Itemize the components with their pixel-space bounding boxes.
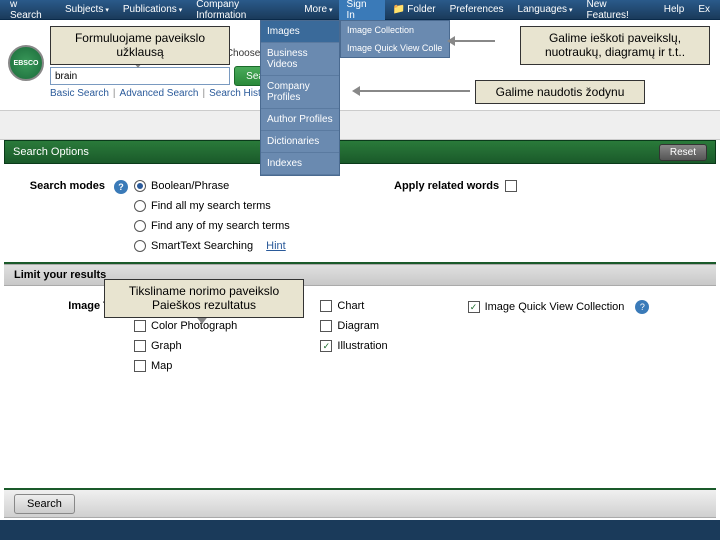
separator-bar	[0, 110, 720, 140]
submenu-image-collection[interactable]: Image Collection	[341, 21, 449, 39]
more-item-author-profiles[interactable]: Author Profiles	[261, 109, 339, 131]
modes-section: Search modes ? Boolean/Phrase Find all m…	[4, 166, 716, 264]
nav-subjects[interactable]: Subjects▾	[59, 4, 115, 15]
search-mode-links: Basic Search|Advanced Search|Search Hist…	[50, 88, 275, 99]
mode-label: Boolean/Phrase	[151, 180, 229, 192]
page-footer	[0, 520, 720, 540]
help-icon[interactable]: ?	[635, 300, 649, 314]
search-options-header: Search Options Reset	[4, 140, 716, 164]
more-item-business-videos[interactable]: Business Videos	[261, 43, 339, 76]
mode-label: SmartText Searching	[151, 240, 253, 252]
chevron-down-icon: ▾	[179, 6, 183, 14]
nav-languages[interactable]: Languages▾	[512, 4, 579, 15]
ebsco-logo: EBSCO	[8, 45, 46, 83]
search-button-bottom[interactable]: Search	[14, 494, 75, 514]
help-icon[interactable]: ?	[114, 180, 128, 194]
apply-related-checkbox[interactable]	[505, 180, 517, 192]
more-item-dictionaries[interactable]: Dictionaries	[261, 131, 339, 153]
apply-related-label: Apply related words	[394, 180, 499, 192]
top-navigation: w Search Subjects▾ Publications▾ Company…	[0, 0, 720, 20]
chk-illustration[interactable]	[320, 340, 332, 352]
chk-color-photo[interactable]	[134, 320, 146, 332]
nav-publications[interactable]: Publications▾	[117, 4, 188, 15]
chk-graph[interactable]	[134, 340, 146, 352]
type-label: Chart	[337, 300, 364, 312]
search-input[interactable]	[50, 67, 230, 85]
basic-search-link[interactable]: Basic Search	[50, 88, 109, 99]
nav-help[interactable]: Help	[658, 4, 691, 15]
reset-button[interactable]: Reset	[659, 144, 707, 161]
callout-dictionary: Galime naudotis žodynu	[475, 80, 645, 104]
nav-preferences[interactable]: Preferences	[444, 4, 510, 15]
radio-find-all[interactable]	[134, 200, 146, 212]
hint-link[interactable]: Hint	[266, 240, 286, 252]
submenu-image-quick-view[interactable]: Image Quick View Colle	[341, 39, 449, 57]
chk-iqv-collection[interactable]	[468, 301, 480, 313]
arrow-left-icon	[360, 90, 470, 92]
topnav-left: w Search Subjects▾ Publications▾ Company…	[4, 0, 339, 21]
chk-chart[interactable]	[320, 300, 332, 312]
advanced-search-link[interactable]: Advanced Search	[120, 88, 199, 99]
type-label: Diagram	[337, 320, 379, 332]
folder-icon: 📁	[393, 4, 405, 15]
bottom-bar: Search	[4, 488, 716, 518]
nav-folder[interactable]: 📁Folder	[387, 4, 442, 15]
type-label: Graph	[151, 340, 182, 352]
nav-new-features[interactable]: New Features!	[581, 0, 656, 21]
nav-company-info[interactable]: Company Information	[190, 0, 296, 21]
chk-diagram[interactable]	[320, 320, 332, 332]
images-submenu: Image Collection Image Quick View Colle	[340, 20, 450, 58]
mode-label: Find any of my search terms	[151, 220, 290, 232]
mode-label: Find all my search terms	[151, 200, 271, 212]
nav-new-search[interactable]: w Search	[4, 0, 57, 21]
chevron-down-icon: ▾	[569, 6, 573, 14]
type-label: Map	[151, 360, 172, 372]
chevron-down-icon: ▾	[329, 6, 333, 14]
search-modes-label: Search modes	[30, 180, 105, 192]
more-dropdown: Images Business Videos Company Profiles …	[260, 20, 340, 176]
search-options-title: Search Options	[13, 146, 89, 158]
more-item-indexes[interactable]: Indexes	[261, 153, 339, 175]
callout-refine: Tiksliname norimo paveiksloPaieškos rezu…	[104, 279, 304, 318]
more-item-images[interactable]: Images	[261, 21, 339, 43]
chevron-down-icon: ▾	[105, 6, 109, 14]
iqv-label: Image Quick View Collection	[485, 301, 625, 313]
radio-find-any[interactable]	[134, 220, 146, 232]
callout-formulate: Formuluojame paveikslo užklausą	[50, 26, 230, 65]
radio-smarttext[interactable]	[134, 240, 146, 252]
radio-boolean[interactable]	[134, 180, 146, 192]
callout-images: Galime ieškoti paveikslų, nuotraukų, dia…	[520, 26, 710, 65]
arrow-left-icon	[455, 40, 495, 42]
more-item-company-profiles[interactable]: Company Profiles	[261, 76, 339, 109]
nav-more[interactable]: More▾	[298, 4, 338, 15]
type-label: Illustration	[337, 340, 387, 352]
nav-exit[interactable]: Ex	[692, 4, 716, 15]
chk-map[interactable]	[134, 360, 146, 372]
search-options-body: Search modes ? Boolean/Phrase Find all m…	[4, 166, 716, 386]
